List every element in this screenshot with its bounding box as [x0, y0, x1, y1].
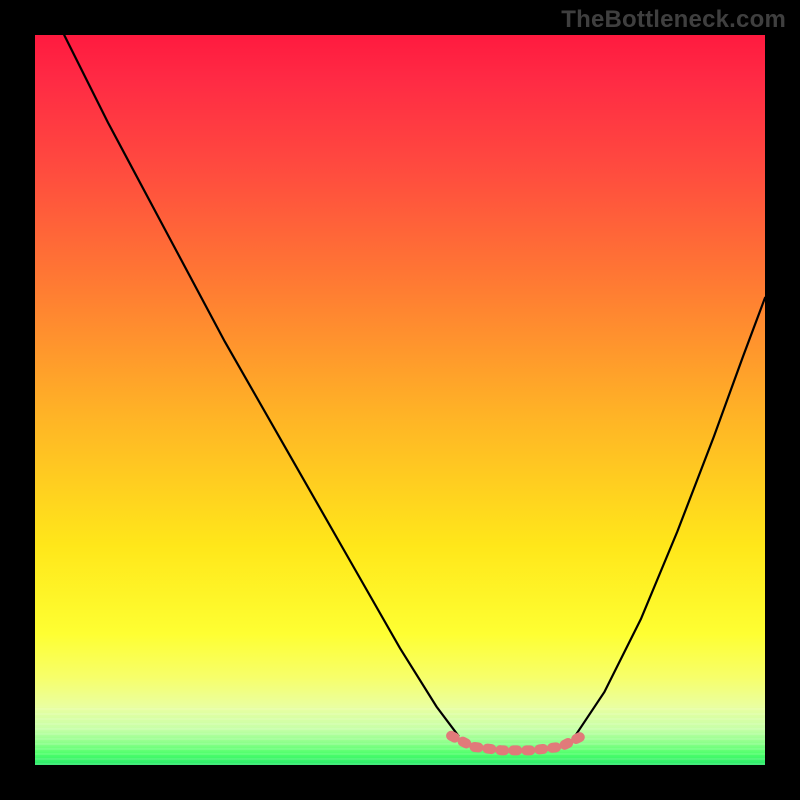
plot-area: [35, 35, 765, 765]
bottom-highlight-path: [451, 736, 582, 751]
watermark-text: TheBottleneck.com: [561, 6, 786, 34]
curve-right-path: [575, 298, 765, 736]
curve-left-path: [64, 35, 458, 736]
curve-layer: [35, 35, 765, 765]
chart-frame: TheBottleneck.com: [0, 0, 800, 800]
